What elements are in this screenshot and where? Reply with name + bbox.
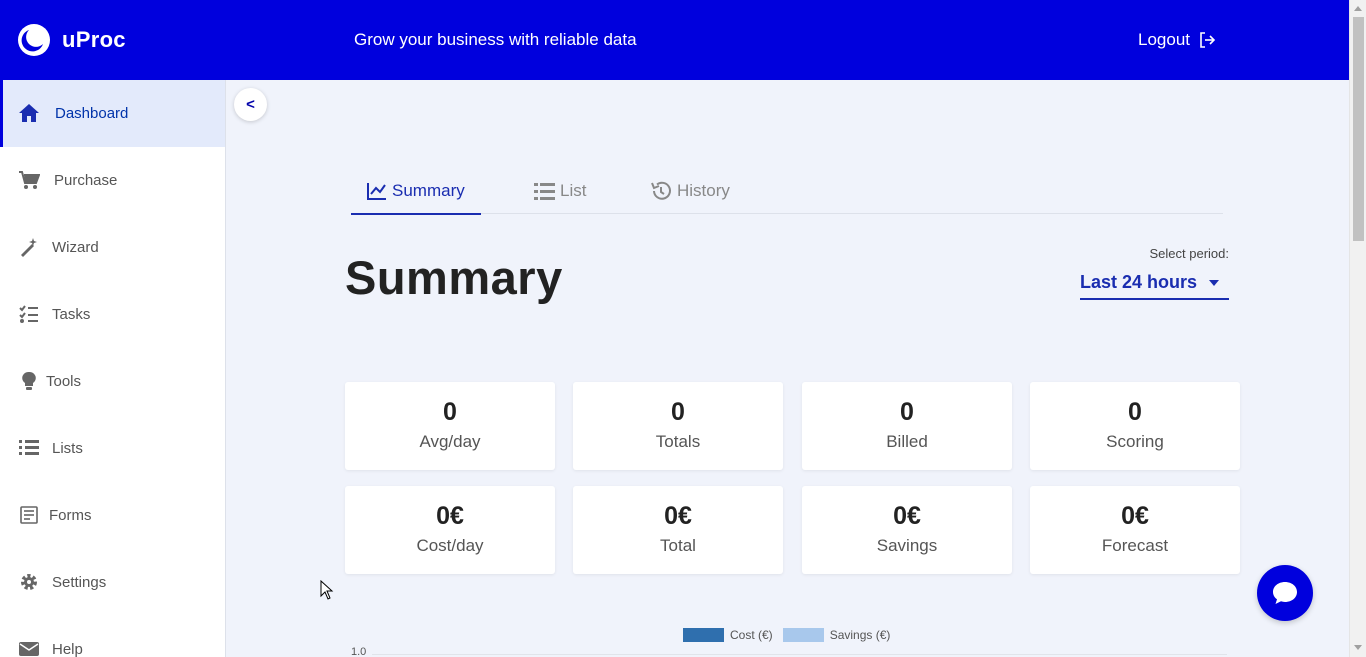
stat-label: Savings	[876, 536, 938, 555]
stat-label: Billed	[886, 432, 928, 451]
stat-card-cost-day: 0€ Cost/day	[345, 486, 555, 574]
stat-value: 0€	[893, 502, 921, 530]
stat-label: Scoring	[1106, 432, 1164, 451]
stat-card-scoring: 0 Scoring	[1030, 382, 1240, 470]
scroll-down-arrow-icon[interactable]	[1354, 645, 1362, 650]
lightbulb-icon	[18, 370, 40, 392]
stat-card-forecast: 0€ Forecast	[1030, 486, 1240, 574]
period-label: Select period:	[1149, 246, 1230, 261]
sidebar-item-label: Settings	[52, 574, 107, 591]
chat-button[interactable]	[1257, 565, 1313, 621]
chart-legend: Cost (€) Savings (€)	[683, 628, 900, 642]
page-scrollbar[interactable]	[1349, 0, 1366, 657]
stat-value: 0	[671, 398, 685, 426]
list-icon	[18, 437, 40, 459]
tasks-icon	[18, 303, 40, 325]
stat-value: 0€	[664, 502, 692, 530]
stat-value: 0€	[436, 502, 464, 530]
tab-summary[interactable]: Summary	[351, 168, 481, 215]
page-title: Summary	[345, 251, 563, 304]
logout-button[interactable]: Logout	[1138, 30, 1216, 50]
scroll-up-arrow-icon[interactable]	[1354, 6, 1362, 11]
history-icon	[651, 181, 671, 200]
sidebar-item-label: Tools	[46, 373, 82, 390]
magic-wand-icon	[18, 236, 40, 258]
mouse-cursor-icon	[320, 580, 334, 600]
sidebar: Dashboard Purchase Wizard Tasks Tools Li…	[0, 80, 226, 657]
sidebar-item-settings[interactable]: Settings	[0, 549, 225, 616]
legend-item-cost[interactable]: Cost (€)	[683, 628, 773, 642]
sidebar-item-label: Forms	[49, 507, 92, 524]
stat-card-savings: 0€ Savings	[802, 486, 1012, 574]
caret-down-icon	[1209, 280, 1219, 286]
envelope-icon	[18, 638, 40, 657]
sidebar-item-lists[interactable]: Lists	[0, 415, 225, 482]
form-icon	[18, 504, 40, 526]
list-icon	[534, 182, 555, 200]
logout-label: Logout	[1138, 30, 1190, 49]
tab-list[interactable]: List	[534, 168, 586, 214]
tab-label: History	[677, 181, 730, 200]
stat-label: Total	[660, 536, 696, 555]
cart-icon	[18, 169, 40, 191]
tab-label: Summary	[392, 181, 465, 200]
sidebar-item-dashboard[interactable]: Dashboard	[0, 80, 225, 147]
chat-icon	[1273, 582, 1297, 604]
period-selected-value: Last 24 hours	[1080, 272, 1198, 292]
stat-value: 0	[900, 398, 914, 426]
stat-label: Cost/day	[416, 536, 484, 555]
legend-swatch	[782, 628, 824, 642]
stat-card-total: 0€ Total	[573, 486, 783, 574]
top-header: uProc Grow your business with reliable d…	[0, 0, 1349, 80]
stat-card-billed: 0 Billed	[802, 382, 1012, 470]
stat-card-totals: 0 Totals	[573, 382, 783, 470]
collapse-sidebar-button[interactable]: <	[234, 88, 267, 121]
sidebar-item-label: Purchase	[54, 172, 118, 189]
stat-label: Avg/day	[419, 432, 481, 451]
sidebar-item-tools[interactable]: Tools	[0, 348, 225, 415]
sidebar-item-forms[interactable]: Forms	[0, 482, 225, 549]
sidebar-item-label: Dashboard	[55, 105, 129, 122]
sidebar-item-label: Lists	[52, 440, 83, 457]
chart-line-icon	[367, 183, 386, 200]
stat-value: 0€	[1121, 502, 1149, 530]
stat-label: Forecast	[1101, 536, 1169, 555]
sidebar-item-label: Wizard	[52, 239, 99, 256]
chart-gridline	[372, 654, 1227, 655]
sidebar-item-tasks[interactable]: Tasks	[0, 281, 225, 348]
brand-name: uProc	[62, 27, 126, 52]
header-tagline: Grow your business with reliable data	[354, 30, 637, 49]
y-axis-tick: 1.0	[351, 646, 367, 657]
tab-bar: Summary List History	[351, 168, 1223, 215]
stat-label: Totals	[655, 432, 701, 451]
sidebar-item-help[interactable]: Help	[0, 616, 225, 657]
sidebar-item-wizard[interactable]: Wizard	[0, 214, 225, 281]
home-icon	[18, 102, 40, 124]
sidebar-item-label: Tasks	[52, 306, 91, 323]
stat-value: 0	[1128, 398, 1142, 426]
brand-logo[interactable]: uProc	[18, 24, 126, 56]
period-dropdown[interactable]: Last 24 hours	[1080, 270, 1229, 300]
logout-icon	[1200, 32, 1216, 48]
gear-icon	[18, 571, 40, 593]
stat-card-avg-day: 0 Avg/day	[345, 382, 555, 470]
sidebar-item-purchase[interactable]: Purchase	[0, 147, 225, 214]
tab-label: List	[560, 181, 587, 200]
legend-item-savings[interactable]: Savings (€)	[782, 628, 891, 642]
sidebar-item-label: Help	[52, 641, 83, 657]
legend-swatch	[683, 628, 724, 642]
legend-label: Savings (€)	[829, 628, 891, 642]
legend-label: Cost (€)	[730, 628, 773, 642]
scrollbar-thumb[interactable]	[1353, 17, 1364, 241]
stat-value: 0	[443, 398, 457, 426]
tab-history[interactable]: History	[650, 168, 730, 214]
logo-icon	[18, 24, 50, 56]
